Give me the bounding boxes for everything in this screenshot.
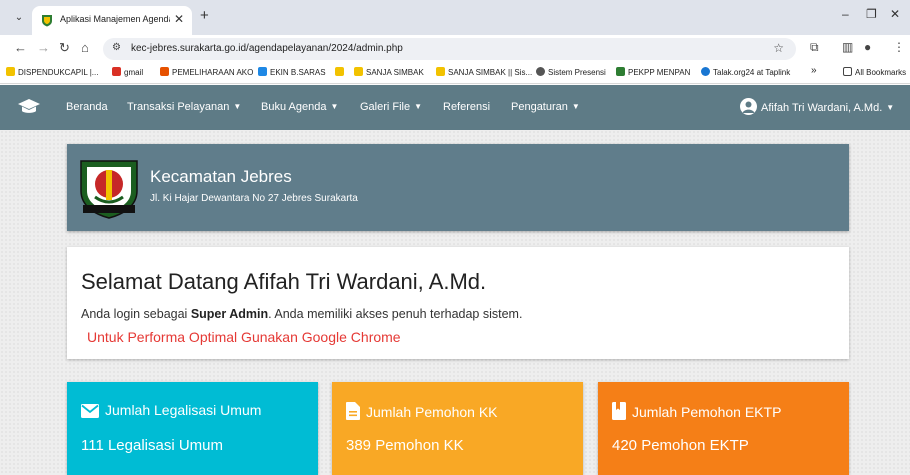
- browser-tab-active[interactable]: Aplikasi Manajemen Agenda Pe ✕: [32, 6, 192, 35]
- reload-icon[interactable]: ↻: [59, 40, 70, 56]
- stat-title: Jumlah Pemohon EKTP: [632, 404, 782, 420]
- gmail-icon: [112, 67, 121, 76]
- nav-beranda[interactable]: Beranda: [66, 101, 108, 113]
- bookmark-item[interactable]: DISPENDUKCAPIL |...: [6, 67, 98, 77]
- profile-avatar-icon[interactable]: ●: [864, 40, 871, 54]
- bookmark-favicon-icon: [701, 67, 710, 76]
- nav-referensi[interactable]: Referensi: [443, 101, 490, 113]
- user-avatar-icon: [740, 98, 757, 115]
- graduation-cap-icon[interactable]: [18, 97, 40, 117]
- caret-down-icon: ▼: [330, 102, 339, 111]
- user-menu[interactable]: Afifah Tri Wardani, A.Md. ▼: [740, 98, 894, 115]
- bookmarks-bar: DISPENDUKCAPIL |... gmail PEMELIHARAAN A…: [0, 63, 910, 84]
- bookmark-item[interactable]: Sistem Presensi: [536, 67, 606, 77]
- back-arrow-icon[interactable]: ←: [14, 40, 27, 55]
- bookmark-item[interactable]: EKIN B.SARAS: [258, 67, 326, 77]
- bookmark-item[interactable]: PEMELIHARAAN AKO: [160, 67, 253, 77]
- browser-menu-icon[interactable]: ⋮: [893, 40, 905, 54]
- nav-pengaturan[interactable]: Pengaturan ▼: [511, 101, 580, 113]
- tab-close-icon[interactable]: ✕: [174, 12, 184, 26]
- side-panel-icon[interactable]: ▥: [842, 40, 853, 54]
- caret-down-icon: ▼: [233, 102, 242, 111]
- role-label: Super Admin: [190, 307, 269, 321]
- window-close-icon[interactable]: ✕: [890, 7, 900, 21]
- folder-icon: [843, 67, 852, 76]
- bookmark-favicon-icon: [436, 67, 445, 76]
- bookmark-item[interactable]: gmail: [112, 67, 143, 77]
- extensions-icon[interactable]: ⧉: [810, 40, 819, 55]
- bookmark-item[interactable]: SANJA SIMBAK: [354, 67, 424, 77]
- bookmark-favicon-icon: [6, 67, 15, 76]
- drive-icon: [258, 67, 267, 76]
- browser-recommendation: Untuk Performa Optimal Gunakan Google Ch…: [87, 329, 401, 345]
- browser-tab-strip: ⌄ Aplikasi Manajemen Agenda Pe ✕ + – ❐ ✕: [0, 0, 910, 35]
- nav-galeri-file[interactable]: Galeri File ▼: [360, 101, 422, 113]
- address-bar[interactable]: ⚙ kec-jebres.surakarta.go.id/agendapelay…: [103, 38, 796, 60]
- stat-value: 420 Pemohon EKTP: [612, 437, 749, 454]
- bookmark-item[interactable]: PEKPP MENPAN: [616, 67, 690, 77]
- site-favicon-icon: [42, 15, 52, 27]
- stat-card-legalisasi[interactable]: Jumlah Legalisasi Umum 111 Legalisasi Um…: [67, 382, 318, 475]
- home-icon[interactable]: ⌂: [81, 40, 89, 55]
- bookmark-favicon-icon: [335, 67, 344, 76]
- bookmark-item[interactable]: SANJA SIMBAK || Sis...: [436, 67, 532, 77]
- restore-icon[interactable]: ❐: [866, 7, 877, 21]
- minimize-icon[interactable]: –: [842, 7, 849, 21]
- stat-value: 111 Legalisasi Umum: [81, 437, 224, 454]
- document-icon: [346, 402, 360, 420]
- bookmark-star-icon[interactable]: ☆: [773, 41, 784, 55]
- bookmark-item[interactable]: [335, 67, 347, 77]
- user-name: Afifah Tri Wardani, A.Md.: [761, 102, 883, 114]
- url-text[interactable]: kec-jebres.surakarta.go.id/agendapelayan…: [131, 43, 403, 54]
- forward-arrow-icon[interactable]: →: [37, 40, 50, 55]
- login-info-text: Anda login sebagai Super Admin. Anda mem…: [81, 307, 523, 321]
- stat-title: Jumlah Pemohon KK: [366, 404, 498, 420]
- page-content: Kecamatan Jebres Jl. Ki Hajar Dewantara …: [0, 130, 910, 475]
- bookmark-item[interactable]: Talak.org24 at Taplink: [701, 67, 790, 77]
- nav-transaksi-pelayanan[interactable]: Transaksi Pelayanan ▼: [127, 101, 241, 113]
- bookmarks-overflow-button[interactable]: »: [811, 65, 817, 76]
- new-tab-plus-icon[interactable]: +: [200, 7, 209, 24]
- tab-title: Aplikasi Manajemen Agenda Pe: [60, 14, 170, 24]
- bookmark-favicon-icon: [354, 67, 363, 76]
- tab-search-chevron-icon[interactable]: ⌄: [10, 9, 28, 27]
- globe-icon: [536, 67, 545, 76]
- bookmark-favicon-icon: [160, 67, 169, 76]
- stat-value: 389 Pemohon KK: [346, 437, 464, 454]
- stat-card-ektp[interactable]: Jumlah Pemohon EKTP 420 Pemohon EKTP: [598, 382, 849, 475]
- browser-toolbar: ← → ↻ ⌂ ⚙ kec-jebres.surakarta.go.id/age…: [0, 35, 910, 63]
- app-navbar: Beranda Transaksi Pelayanan ▼ Buku Agenda…: [0, 85, 910, 130]
- envelope-icon: [81, 404, 99, 418]
- all-bookmarks-button[interactable]: All Bookmarks: [843, 67, 906, 77]
- welcome-title: Selamat Datang Afifah Tri Wardani, A.Md.: [81, 269, 487, 294]
- caret-down-icon: ▼: [571, 102, 580, 111]
- welcome-card: Selamat Datang Afifah Tri Wardani, A.Md.…: [67, 247, 849, 359]
- book-icon: [612, 402, 626, 420]
- stat-title: Jumlah Legalisasi Umum: [105, 402, 262, 418]
- org-address: Jl. Ki Hajar Dewantara No 27 Jebres Sura…: [150, 193, 358, 204]
- org-header-card: Kecamatan Jebres Jl. Ki Hajar Dewantara …: [67, 144, 849, 231]
- caret-down-icon: ▼: [414, 102, 423, 111]
- org-name: Kecamatan Jebres: [150, 167, 292, 186]
- bookmark-favicon-icon: [616, 67, 625, 76]
- kota-surakarta-emblem: [80, 160, 138, 219]
- site-info-icon[interactable]: ⚙: [112, 42, 121, 53]
- stat-card-kk[interactable]: Jumlah Pemohon KK 389 Pemohon KK: [332, 382, 583, 475]
- caret-down-icon: ▼: [886, 103, 895, 112]
- nav-buku-agenda[interactable]: Buku Agenda ▼: [261, 101, 338, 113]
